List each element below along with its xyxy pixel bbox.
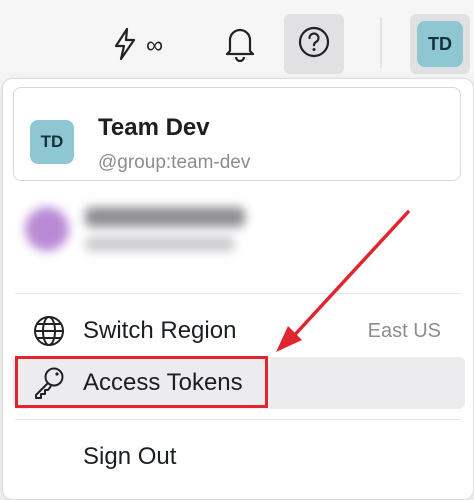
top-navigation-bar: ∞ TD (0, 0, 474, 86)
blurred-user-handle (85, 237, 235, 251)
avatar: TD (417, 21, 463, 67)
account-avatar: TD (30, 120, 74, 164)
switch-region-label: Switch Region (83, 317, 237, 344)
notifications-button[interactable] (220, 22, 260, 68)
bell-icon (224, 24, 256, 67)
bolt-icon (112, 27, 138, 66)
blurred-user-account[interactable] (21, 195, 281, 265)
blurred-avatar (25, 207, 69, 251)
menu-divider (15, 293, 461, 294)
account-handle: @group:team-dev (98, 152, 251, 173)
annotation-highlight-box (15, 356, 268, 408)
menu-divider (15, 419, 461, 420)
switch-region-item[interactable]: Switch Region East US (13, 305, 465, 357)
help-button[interactable] (284, 14, 344, 74)
globe-icon (31, 313, 67, 349)
credits-value: ∞ (146, 32, 164, 59)
current-account-card[interactable]: TD Team Dev @group:team-dev (13, 87, 461, 181)
account-menu-button[interactable]: TD (410, 14, 470, 74)
account-name: Team Dev (98, 114, 210, 141)
current-region-value: East US (367, 319, 441, 342)
blurred-user-name (85, 207, 245, 227)
credits-indicator[interactable]: ∞ (112, 26, 163, 66)
sign-out-label: Sign Out (83, 443, 177, 470)
account-dropdown-menu: TD Team Dev @group:team-dev Switch Regio… (2, 78, 474, 500)
sign-out-item[interactable]: Sign Out (13, 431, 465, 483)
help-icon (297, 25, 331, 64)
toolbar-divider (380, 18, 382, 68)
